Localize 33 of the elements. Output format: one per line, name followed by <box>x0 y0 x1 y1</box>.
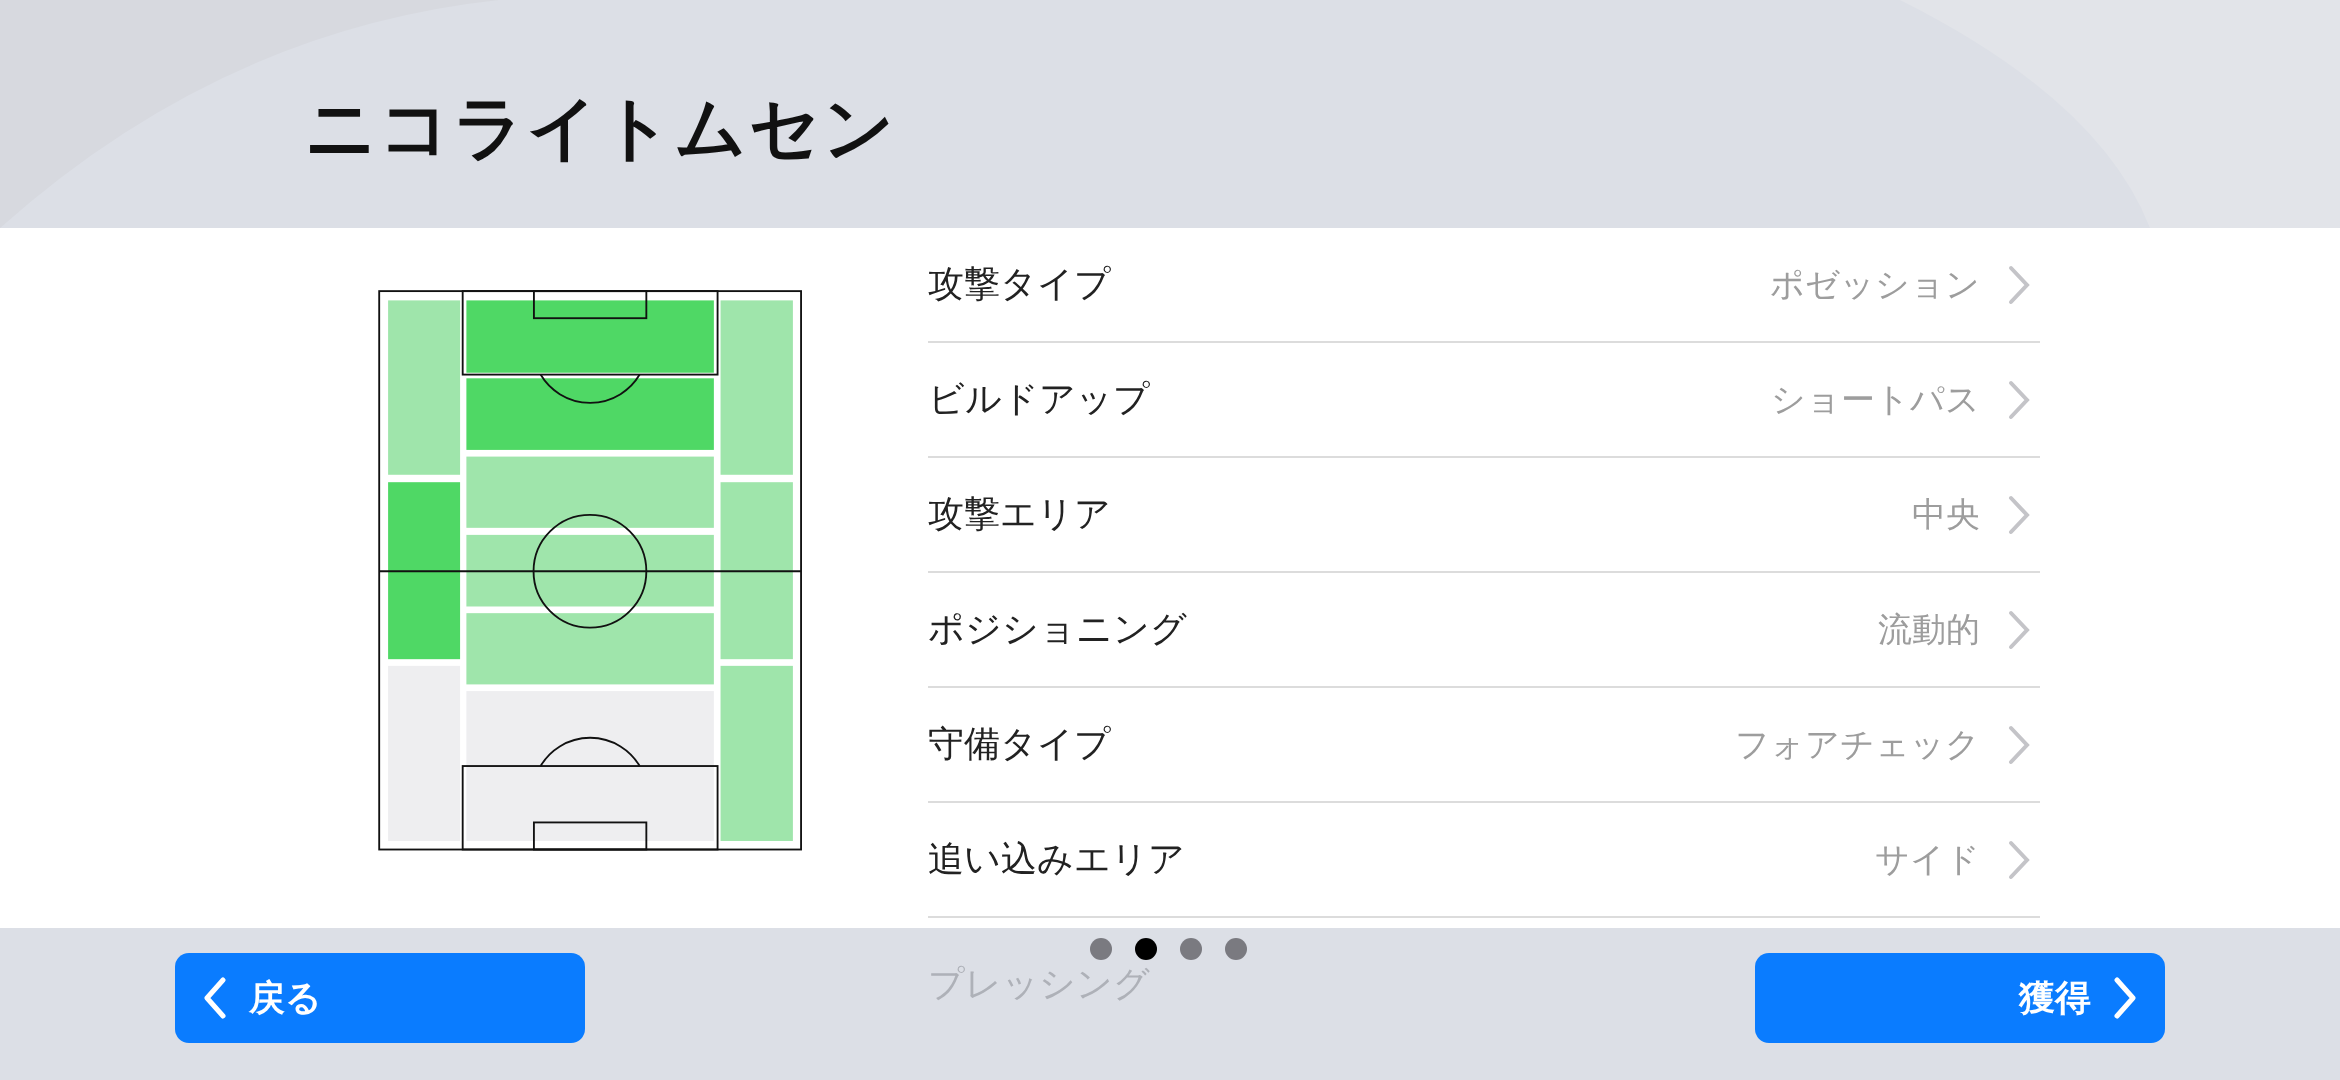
setting-label: ポジショニング <box>928 607 1188 651</box>
chevron-right-icon <box>2008 379 2030 420</box>
setting-row[interactable]: 攻撃エリア 中央 <box>928 458 2040 573</box>
chevron-right-icon <box>2008 724 2030 765</box>
setting-label: ビルドアップ <box>928 377 1151 421</box>
page-dot[interactable] <box>1090 938 1112 960</box>
setting-label: 攻撃タイプ <box>928 262 1112 306</box>
setting-label: 守備タイプ <box>928 722 1112 766</box>
setting-row[interactable]: 守備タイプ フォアチェック <box>928 688 2040 803</box>
setting-value: 中央 <box>1912 492 1980 536</box>
acquire-button[interactable]: 獲得 <box>1755 953 2165 1043</box>
chevron-right-icon <box>2113 977 2137 1019</box>
setting-row[interactable]: 追い込みエリア サイド <box>928 803 2040 918</box>
setting-value: フォアチェック <box>1735 722 1980 766</box>
setting-row[interactable]: 攻撃タイプ ポゼッション <box>928 228 2040 343</box>
setting-label: 攻撃エリア <box>928 492 1112 536</box>
setting-value: サイド <box>1875 837 1980 881</box>
player-name: ニコライトムセン <box>305 86 897 171</box>
page-dot[interactable] <box>1180 938 1202 960</box>
chevron-right-icon <box>2008 609 2030 650</box>
chevron-right-icon <box>2008 839 2030 880</box>
page-dot[interactable] <box>1225 938 1247 960</box>
chevron-left-icon <box>203 977 227 1019</box>
setting-value: 流動的 <box>1878 607 1980 651</box>
setting-row[interactable]: ビルドアップ ショートパス <box>928 343 2040 458</box>
back-button[interactable]: 戻る <box>175 953 585 1043</box>
setting-row[interactable]: ポジショニング 流動的 <box>928 573 2040 688</box>
setting-value: ポゼッション <box>1770 262 1980 306</box>
setting-value: ショートパス <box>1771 377 1980 421</box>
page-dot[interactable] <box>1135 938 1157 960</box>
chevron-right-icon <box>2008 494 2030 535</box>
setting-label: 追い込みエリア <box>928 837 1186 881</box>
chevron-right-icon <box>2008 264 2030 305</box>
